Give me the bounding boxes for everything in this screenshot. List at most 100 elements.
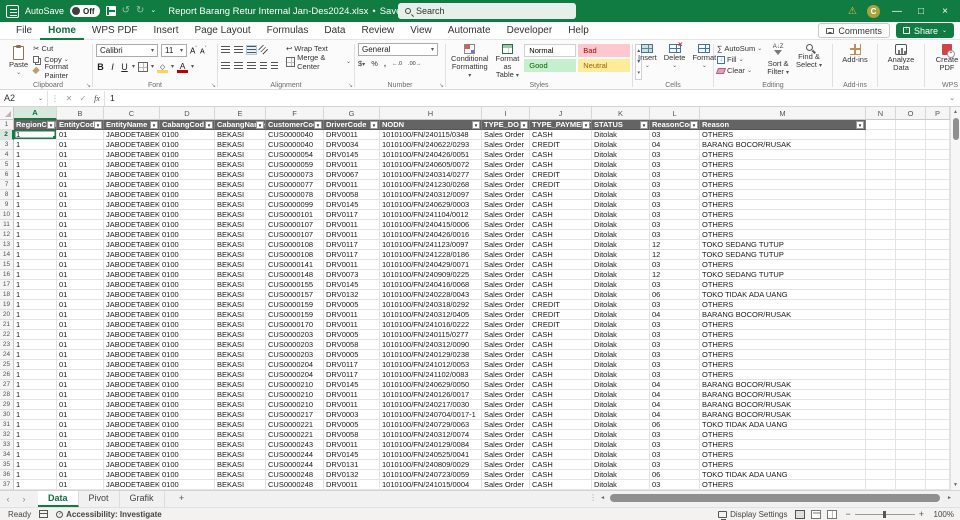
cell[interactable]: 01 (57, 400, 104, 410)
header-cell[interactable]: CabangName ▼ (215, 120, 266, 130)
row-number[interactable]: 14 (0, 250, 14, 260)
cell[interactable]: CASH (530, 270, 592, 280)
cell[interactable]: 03 (650, 180, 700, 190)
accounting-format-button[interactable]: $▾ (358, 59, 365, 68)
cell[interactable]: OTHERS (700, 370, 866, 380)
cell[interactable]: 1 (14, 450, 57, 460)
cell[interactable]: 1 (14, 420, 57, 430)
cell[interactable]: DRV0067 (324, 170, 380, 180)
column-header-J[interactable]: J (530, 107, 592, 120)
header-cell[interactable]: EntityCod ▼ (57, 120, 104, 130)
cell[interactable] (896, 310, 926, 320)
cell[interactable] (896, 430, 926, 440)
cell[interactable]: CASH (530, 250, 592, 260)
cell[interactable]: DRV0011 (324, 260, 380, 270)
cell[interactable]: BEKASI (215, 280, 266, 290)
cell[interactable] (926, 430, 950, 440)
cell[interactable]: JABODETABEK (104, 470, 160, 480)
cell[interactable] (926, 390, 950, 400)
cell[interactable]: 1 (14, 310, 57, 320)
row-number[interactable]: 8 (0, 190, 14, 200)
row-number[interactable]: 4 (0, 150, 14, 160)
header-cell[interactable]: NODN ▼ (380, 120, 482, 130)
sort-filter-button[interactable]: A↓Z Sort & Filter ▾ (765, 43, 791, 79)
cell[interactable]: BARANG BOCOR/RUSAK (700, 140, 866, 150)
cell[interactable]: BEKASI (215, 190, 266, 200)
cancel-entry-icon[interactable]: ✕ (62, 94, 76, 103)
column-header-A[interactable]: A (14, 107, 57, 120)
cell[interactable]: BEKASI (215, 180, 266, 190)
cell[interactable]: DRV0058 (324, 340, 380, 350)
addins-button[interactable]: Add-ins (840, 43, 869, 79)
column-header-N[interactable]: N (866, 107, 896, 120)
cell[interactable]: Sales Order (482, 210, 530, 220)
cell[interactable]: 1010100/FN/240622/0293 (380, 140, 482, 150)
cell[interactable]: 1 (14, 430, 57, 440)
cell[interactable]: Sales Order (482, 270, 530, 280)
row-number[interactable]: 28 (0, 390, 14, 400)
cell[interactable]: 1010100/FN/241015/0004 (380, 480, 482, 490)
cell[interactable]: CUS0000210 (266, 390, 324, 400)
cell[interactable]: Ditolak (592, 190, 650, 200)
cell[interactable] (926, 470, 950, 480)
cell[interactable]: JABODETABEK (104, 170, 160, 180)
row-number[interactable]: 20 (0, 310, 14, 320)
cell[interactable]: 1 (14, 290, 57, 300)
cell[interactable]: OTHERS (700, 480, 866, 490)
cell[interactable]: CUS0000040 (266, 140, 324, 150)
cell[interactable]: 1010100/FN/240115/0277 (380, 330, 482, 340)
cell[interactable]: TOKO TIDAK ADA UANG (700, 290, 866, 300)
alignment-dialog-launcher[interactable]: ↘ (348, 82, 353, 89)
cell[interactable]: Ditolak (592, 390, 650, 400)
insert-cells-button[interactable]: Insert ⌄ (636, 43, 659, 79)
cell[interactable]: CUS0000243 (266, 440, 324, 450)
cell[interactable]: BEKASI (215, 470, 266, 480)
cell[interactable]: 0100 (160, 430, 215, 440)
cell[interactable]: CASH (530, 450, 592, 460)
cell[interactable]: CASH (530, 230, 592, 240)
cell[interactable]: DRV0005 (324, 420, 380, 430)
cell[interactable]: CUS0000170 (266, 320, 324, 330)
zoom-level[interactable]: 100% (928, 510, 954, 519)
cell[interactable]: DRV0011 (324, 310, 380, 320)
cell[interactable] (896, 330, 926, 340)
cell[interactable]: 03 (650, 360, 700, 370)
row-number[interactable]: 23 (0, 340, 14, 350)
cell[interactable] (896, 340, 926, 350)
cell[interactable] (866, 240, 896, 250)
cell[interactable]: Sales Order (482, 420, 530, 430)
cell[interactable]: DRV0073 (324, 270, 380, 280)
cell[interactable]: Ditolak (592, 230, 650, 240)
cell[interactable]: 1 (14, 440, 57, 450)
cell[interactable] (896, 400, 926, 410)
cell[interactable]: DRV0132 (324, 290, 380, 300)
cell[interactable]: 0100 (160, 250, 215, 260)
cell[interactable]: 1 (14, 200, 57, 210)
cell[interactable]: 1010100/FN/240605/0072 (380, 160, 482, 170)
column-header-E[interactable]: E (215, 107, 266, 120)
font-name-select[interactable]: Calibri ▾ (96, 44, 158, 57)
cell[interactable] (926, 150, 950, 160)
cell[interactable]: 01 (57, 260, 104, 270)
cell[interactable]: Sales Order (482, 200, 530, 210)
cell[interactable]: CUS0000054 (266, 150, 324, 160)
row-number[interactable]: 30 (0, 410, 14, 420)
cell[interactable]: OTHERS (700, 160, 866, 170)
cell[interactable] (896, 160, 926, 170)
cell[interactable]: CUS0000203 (266, 350, 324, 360)
row-number[interactable]: 1 (0, 120, 14, 130)
row-number[interactable]: 22 (0, 330, 14, 340)
cell[interactable]: 1010100/FN/241016/0222 (380, 320, 482, 330)
cell[interactable]: OTHERS (700, 430, 866, 440)
cell[interactable]: BEKASI (215, 380, 266, 390)
cell[interactable]: CUS0000040 (266, 130, 324, 140)
row-number[interactable]: 9 (0, 200, 14, 210)
cell[interactable]: 01 (57, 430, 104, 440)
cell[interactable]: 0100 (160, 170, 215, 180)
cell[interactable]: CASH (530, 130, 592, 140)
cell[interactable]: 04 (650, 310, 700, 320)
cell[interactable]: BEKASI (215, 390, 266, 400)
cell[interactable]: 01 (57, 470, 104, 480)
cell[interactable]: Ditolak (592, 250, 650, 260)
cell[interactable]: CUS0000248 (266, 480, 324, 490)
